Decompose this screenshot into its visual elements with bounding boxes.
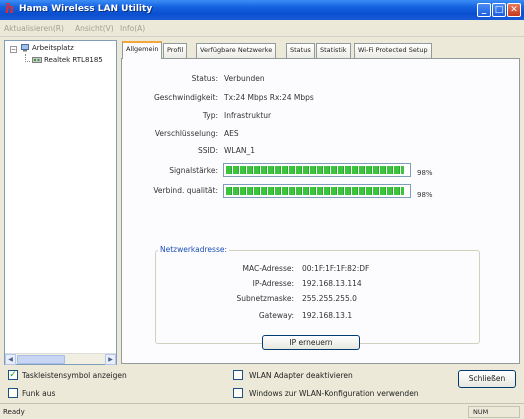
title-bar[interactable]: h Hama Wireless LAN Utility _ □ ✕ <box>0 0 524 20</box>
network-address-title: Netzwerkadresse: <box>158 245 229 254</box>
menu-info[interactable]: Info(A) <box>120 24 145 33</box>
close-window-button[interactable]: ✕ <box>507 3 521 17</box>
subnet-value: 255.255.255.0 <box>302 294 357 303</box>
ssid-label: SSID: <box>197 146 218 155</box>
radio-off-label: Funk aus <box>22 389 56 398</box>
encryption-label: Verschlüsselung: <box>154 129 218 138</box>
signal-strength-fill <box>226 166 404 174</box>
tray-icon-label: Taskleistensymbol anzeigen <box>22 371 127 380</box>
mac-value: 00:1F:1F:1F:82:DF <box>302 264 370 273</box>
status-label: Status: <box>191 74 218 83</box>
menu-refresh[interactable]: Aktualisieren(R) <box>4 24 64 33</box>
signal-label: Signalstärke: <box>169 166 218 175</box>
gateway-value: 192.168.13.1 <box>302 311 353 320</box>
status-bar-text: Ready <box>3 408 25 416</box>
app-window: h Hama Wireless LAN Utility _ □ ✕ Aktual… <box>0 0 524 419</box>
gateway-label: Gateway: <box>258 311 294 320</box>
status-bar: Ready NUM <box>0 403 524 419</box>
scroll-thumb[interactable] <box>17 355 65 364</box>
tree-connector-branch <box>25 61 30 62</box>
maximize-button[interactable]: □ <box>492 3 506 17</box>
link-quality-fill <box>226 187 404 195</box>
speed-label: Geschwindigkeit: <box>153 93 218 102</box>
tab-profile[interactable]: Profil <box>163 43 188 58</box>
tree-horizontal-scrollbar[interactable]: ◀ ▶ <box>5 353 116 365</box>
radio-off-checkbox[interactable] <box>8 388 18 398</box>
renew-ip-button[interactable]: IP erneuern <box>262 335 360 350</box>
status-value: Verbunden <box>224 74 265 83</box>
num-lock-indicator: NUM <box>468 406 520 418</box>
window-title: Hama Wireless LAN Utility <box>19 4 153 14</box>
ip-label: IP-Adresse: <box>252 279 294 288</box>
tree-root-label[interactable]: Arbeitsplatz <box>32 44 74 52</box>
link-quality-bar <box>223 184 411 198</box>
quality-label: Verbind. qualität: <box>153 186 218 195</box>
scroll-right-icon[interactable]: ▶ <box>105 354 116 365</box>
tab-general[interactable]: Allgemein <box>122 41 163 59</box>
type-value: Infrastruktur <box>224 111 272 120</box>
scroll-left-icon[interactable]: ◀ <box>5 354 16 365</box>
app-logo-icon: h <box>5 2 15 17</box>
device-tree[interactable]: − Arbeitsplatz Realtek RTL8185 ◀ ▶ <box>4 40 117 365</box>
close-button[interactable]: Schließen <box>458 370 516 388</box>
tree-adapter-label[interactable]: Realtek RTL8185 <box>44 56 116 64</box>
general-panel: Status: Verbunden Geschwindigkeit: Tx:24… <box>121 58 520 364</box>
tray-icon-checkbox[interactable]: ✓ <box>8 370 18 380</box>
tree-collapse-icon[interactable]: − <box>10 46 17 53</box>
encryption-value: AES <box>224 129 239 138</box>
ip-value: 192.168.13.114 <box>302 279 362 288</box>
tab-status[interactable]: Status <box>286 43 315 58</box>
signal-percent: 98% <box>417 169 433 177</box>
quality-percent: 98% <box>417 191 433 199</box>
tab-statistics[interactable]: Statistik <box>316 43 351 58</box>
menu-bar: Aktualisieren(R) Ansicht(V) Info(A) <box>0 20 524 37</box>
type-label: Typ: <box>202 111 218 120</box>
speed-value: Tx:24 Mbps Rx:24 Mbps <box>224 93 314 102</box>
use-windows-config-label: Windows zur WLAN-Konfiguration verwenden <box>249 389 419 398</box>
menu-view[interactable]: Ansicht(V) <box>75 24 114 33</box>
disable-adapter-label: WLAN Adapter deaktivieren <box>249 371 353 380</box>
tab-available-networks[interactable]: Verfügbare Netzwerke <box>196 43 277 58</box>
signal-strength-bar <box>223 163 411 177</box>
minimize-button[interactable]: _ <box>477 3 491 17</box>
use-windows-config-checkbox[interactable] <box>233 388 243 398</box>
disable-adapter-checkbox[interactable] <box>233 370 243 380</box>
mac-label: MAC-Adresse: <box>242 264 295 273</box>
network-adapter-icon <box>32 57 42 63</box>
computer-icon <box>21 44 29 52</box>
subnet-label: Subnetzmaske: <box>236 294 294 303</box>
ssid-value: WLAN_1 <box>224 146 256 155</box>
tab-wps[interactable]: Wi-Fi Protected Setup <box>354 43 432 58</box>
